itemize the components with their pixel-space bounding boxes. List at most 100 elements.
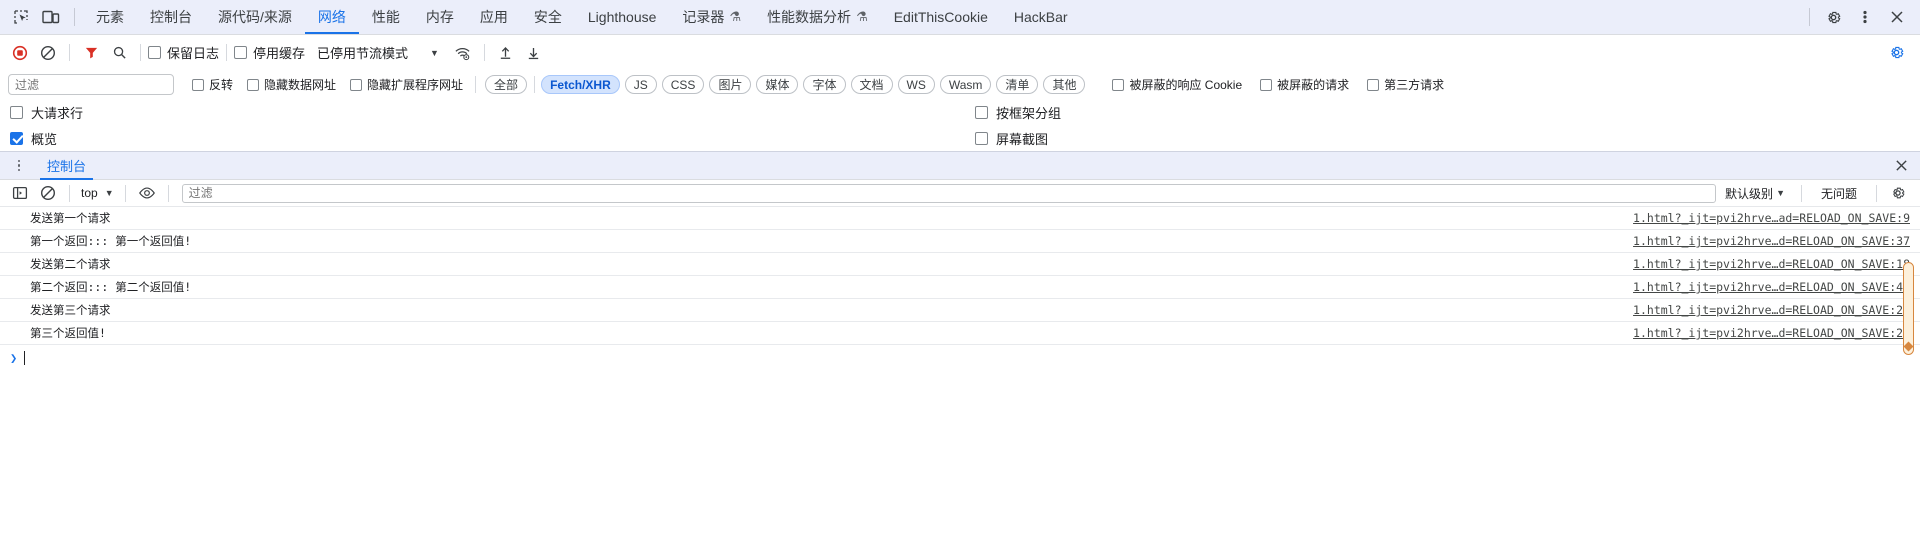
tab-label: 网络 [317, 9, 346, 25]
close-devtools-icon[interactable] [1882, 4, 1912, 30]
tab-elements[interactable]: 元素 [83, 0, 137, 35]
issues-counter[interactable]: 无问题 [1809, 185, 1869, 202]
tab-label: 内存 [425, 9, 454, 25]
type-chip-ws[interactable]: WS [897, 75, 935, 94]
console-scrollbar[interactable] [1903, 262, 1914, 355]
console-message-text: 第一个返回::: 第一个返回值! [30, 234, 192, 248]
type-chip-wasm[interactable]: Wasm [939, 75, 992, 94]
live-expression-eye-icon[interactable] [133, 180, 161, 206]
console-message-source-link[interactable]: 1.html?_ijt=pvi2hrve…d=RELOAD_ON_SAVE:29 [1633, 326, 1910, 340]
filter-icon[interactable] [77, 40, 105, 66]
type-chip-fetch-xhr[interactable]: Fetch/XHR [541, 75, 620, 94]
third-party-requests-checkbox[interactable]: 第三方请求 [1367, 76, 1444, 93]
console-message-row[interactable]: 发送第一个请求 1.html?_ijt=pvi2hrve…ad=RELOAD_O… [0, 207, 1920, 230]
prompt-arrow-icon: ❯ [10, 350, 18, 365]
console-settings-gear-icon[interactable] [1884, 180, 1912, 206]
console-message-source-link[interactable]: 1.html?_ijt=pvi2hrve…ad=RELOAD_ON_SAVE:9 [1633, 211, 1910, 225]
type-chip-doc[interactable]: 文档 [850, 75, 893, 94]
console-message-row[interactable]: 发送第三个请求 1.html?_ijt=pvi2hrve…d=RELOAD_ON… [0, 299, 1920, 322]
type-chip-media[interactable]: 媒体 [756, 75, 799, 94]
tab-console[interactable]: 控制台 [137, 0, 205, 35]
preserve-log-checkbox[interactable]: 保留日志 [148, 43, 219, 62]
settings-gear-icon[interactable] [1818, 4, 1848, 30]
console-message-source-link[interactable]: 1.html?_ijt=pvi2hrve…d=RELOAD_ON_SAVE:18 [1633, 257, 1910, 271]
drawer-close-icon[interactable] [1895, 159, 1908, 172]
tab-memory[interactable]: 内存 [413, 0, 467, 35]
tab-lighthouse[interactable]: Lighthouse [575, 0, 670, 35]
group-by-frame-checkbox[interactable]: 按框架分组 [975, 103, 1061, 122]
blocked-response-cookies-checkbox[interactable]: 被屏蔽的响应 Cookie [1112, 76, 1242, 93]
big-request-rows-checkbox[interactable]: 大请求行 [10, 103, 83, 122]
hide-extension-urls-checkbox[interactable]: 隐藏扩展程序网址 [350, 76, 463, 93]
overview-checkbox[interactable]: 概览 [10, 129, 57, 148]
console-prompt-row[interactable]: ❯ [0, 345, 1920, 370]
toolbar-divider [140, 44, 141, 61]
text-caret [24, 350, 26, 365]
device-toolbar-icon[interactable] [36, 4, 66, 30]
tab-sources[interactable]: 源代码/来源 [205, 0, 305, 35]
console-message-row[interactable]: 第一个返回::: 第一个返回值! 1.html?_ijt=pvi2hrve…d=… [0, 230, 1920, 253]
search-icon[interactable] [105, 40, 133, 66]
type-chip-all[interactable]: 全部 [485, 75, 528, 94]
tabbar-right-actions [1803, 4, 1920, 30]
filter-divider [534, 76, 536, 93]
chip-label: 图片 [718, 78, 743, 92]
network-settings-gear-icon[interactable] [1882, 40, 1910, 66]
console-filter-input[interactable] [181, 183, 1717, 203]
console-message-source-link[interactable]: 1.html?_ijt=pvi2hrve…d=RELOAD_ON_SAVE:27 [1633, 303, 1910, 317]
clear-button[interactable] [34, 40, 62, 66]
inspect-element-icon[interactable] [6, 4, 36, 30]
flask-icon: ⚗ [729, 9, 742, 24]
checkbox-box [192, 78, 204, 91]
options-row-2: 概览 屏幕截图 [0, 125, 1920, 151]
disable-cache-checkbox[interactable]: 停用缓存 [234, 43, 305, 62]
type-chip-css[interactable]: CSS [661, 75, 705, 94]
checkbox-box [350, 78, 363, 91]
checkbox-box [1367, 78, 1380, 91]
type-chip-js[interactable]: JS [624, 75, 657, 94]
screenshots-checkbox[interactable]: 屏幕截图 [975, 129, 1048, 148]
console-message-list: 发送第一个请求 1.html?_ijt=pvi2hrve…ad=RELOAD_O… [0, 207, 1920, 520]
record-button[interactable] [6, 40, 34, 66]
chip-label: JS [633, 77, 648, 92]
console-message-source-link[interactable]: 1.html?_ijt=pvi2hrve…d=RELOAD_ON_SAVE:40 [1633, 280, 1910, 294]
chip-label: 其他 [1052, 78, 1077, 92]
chip-label: 全部 [494, 78, 519, 92]
log-level-dropdown[interactable]: 默认级别 ▼ [1716, 185, 1794, 202]
clear-console-icon[interactable] [34, 180, 62, 206]
drawer-tab-console[interactable]: 控制台 [40, 152, 94, 180]
type-chip-manifest[interactable]: 清单 [996, 75, 1039, 94]
flask-icon: ⚗ [856, 9, 868, 24]
tab-network[interactable]: 网络 [305, 0, 359, 35]
hide-data-urls-checkbox[interactable]: 隐藏数据网址 [247, 76, 336, 93]
tab-application[interactable]: 应用 [467, 0, 521, 35]
tab-recorder[interactable]: 记录器 ⚗ [669, 0, 754, 35]
type-chip-font[interactable]: 字体 [803, 75, 846, 94]
type-chip-other[interactable]: 其他 [1043, 75, 1086, 94]
more-options-icon[interactable] [1850, 4, 1880, 30]
throttling-dropdown[interactable]: 已停用节流模式 ▼ [315, 43, 439, 62]
blocked-requests-checkbox[interactable]: 被屏蔽的请求 [1260, 76, 1349, 93]
console-message-row[interactable]: 第二个返回::: 第二个返回值! 1.html?_ijt=pvi2hrve…d=… [0, 276, 1920, 299]
console-message-row[interactable]: 发送第二个请求 1.html?_ijt=pvi2hrve…d=RELOAD_ON… [0, 253, 1920, 276]
tab-performance[interactable]: 性能 [359, 0, 413, 35]
console-message-source-link[interactable]: 1.html?_ijt=pvi2hrve…d=RELOAD_ON_SAVE:37 [1633, 234, 1910, 248]
invert-checkbox[interactable]: 反转 [192, 76, 233, 93]
type-chip-img[interactable]: 图片 [709, 75, 752, 94]
options-row-1: 大请求行 按框架分组 [0, 99, 1920, 125]
chip-label: 文档 [859, 78, 884, 92]
checkbox-box [975, 105, 988, 119]
network-filter-input[interactable] [8, 74, 174, 95]
export-har-icon[interactable] [520, 40, 548, 66]
drawer-more-options-icon[interactable] [10, 156, 28, 176]
execution-context-dropdown[interactable]: top ▼ [77, 186, 118, 200]
tab-security[interactable]: 安全 [521, 0, 575, 35]
tab-editthiscookie[interactable]: EditThisCookie [881, 0, 1001, 35]
overview-label: 概览 [31, 131, 58, 147]
tab-hackbar[interactable]: HackBar [1001, 0, 1081, 35]
network-conditions-icon[interactable] [449, 40, 477, 66]
console-message-row[interactable]: 第三个返回值! 1.html?_ijt=pvi2hrve…d=RELOAD_ON… [0, 322, 1920, 345]
console-sidebar-toggle-icon[interactable] [6, 180, 34, 206]
tab-performance-insights[interactable]: 性能数据分析 ⚗ [754, 0, 881, 35]
import-har-icon[interactable] [492, 40, 520, 66]
